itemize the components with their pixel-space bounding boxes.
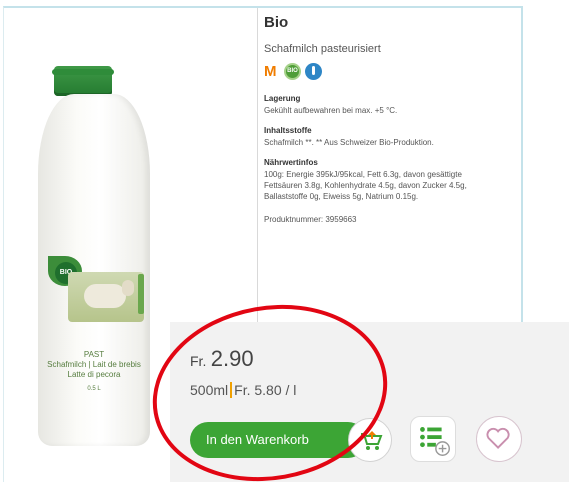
section-heading: Inhaltsstoffe — [264, 126, 312, 135]
currency: Fr. — [190, 353, 207, 369]
add-to-list-button[interactable] — [410, 416, 456, 462]
bottle-cap — [52, 66, 114, 96]
bottle-label-line: Latte di pecora — [67, 370, 121, 379]
section-text: Schafmilch **. ** Aus Schweizer Bio-Prod… — [264, 138, 434, 147]
product-image: BIO PAST Schafmilch | Lait de brebis Lat… — [30, 48, 160, 448]
product-badges: M BIO — [264, 63, 514, 80]
unit-price: Fr. 5.80 / l — [234, 382, 297, 398]
sheep-head — [122, 280, 134, 296]
sheep-image — [68, 272, 144, 322]
unit-separator — [230, 382, 233, 398]
bottle: BIO PAST Schafmilch | Lait de brebis Lat… — [38, 94, 150, 446]
cart-icon — [361, 431, 383, 450]
thermometer-icon — [305, 63, 322, 80]
bottle-label: BIO PAST Schafmilch | Lait de brebis Lat… — [38, 250, 150, 428]
shopping-list-icon — [420, 427, 450, 456]
sheep-icon — [84, 284, 126, 308]
section-text: Gekühlt aufbewahren bei max. +5 °C. — [264, 106, 398, 115]
section-ingredients: Inhaltsstoffe Schafmilch **. ** Aus Schw… — [264, 126, 514, 148]
product-info: Bio Schafmilch pasteurisiert M BIO Lager… — [264, 14, 514, 225]
bottle-label-line: PAST — [83, 350, 105, 359]
add-to-cart-button[interactable]: In den Warenkorb — [190, 422, 366, 458]
bottle-label-text: PAST Schafmilch | Lait de brebis Latte d… — [38, 350, 150, 394]
bottle-label-line: Schafmilch | Lait de brebis — [47, 360, 141, 369]
price-panel: Fr. 2.90 500ml Fr. 5.80 / l In den Warenk… — [170, 322, 569, 482]
section-heading: Lagerung — [264, 94, 301, 103]
cart-icon-button[interactable] — [348, 418, 392, 462]
bio-icon: BIO — [284, 63, 301, 80]
label-stripe — [138, 274, 144, 314]
heart-icon — [486, 427, 510, 449]
price: Fr. 2.90 — [190, 346, 254, 372]
bottle-label-line: 0.5 L — [87, 386, 101, 392]
package-size: 500ml — [190, 382, 229, 398]
section-nutrition: Nährwertinfos 100g: Energie 395kJ/95kcal… — [264, 158, 514, 202]
section-text: 100g: Energie 395kJ/95kcal, Fett 6.3g, d… — [264, 170, 467, 201]
price-amount: 2.90 — [210, 346, 254, 371]
unit-info: 500ml Fr. 5.80 / l — [190, 382, 296, 398]
migros-m-icon: M — [264, 63, 277, 80]
product-title: Bio — [264, 14, 289, 31]
product-subtitle: Schafmilch pasteurisiert — [264, 43, 381, 55]
section-storage: Lagerung Gekühlt aufbewahren bei max. +5… — [264, 94, 514, 116]
section-heading: Nährwertinfos — [264, 158, 318, 167]
product-number: Produktnummer: 3959663 — [264, 215, 357, 224]
favorite-button[interactable] — [476, 416, 522, 462]
